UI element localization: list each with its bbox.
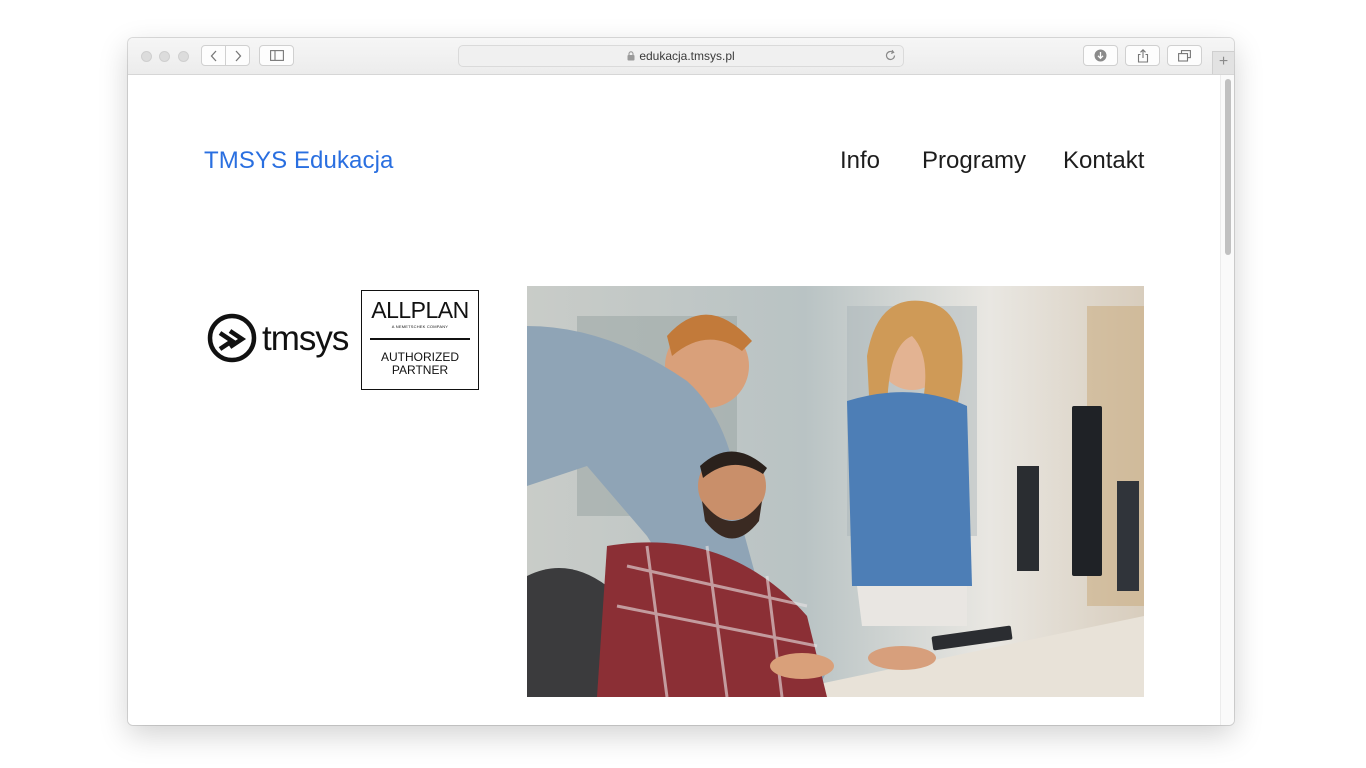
address-bar[interactable]: edukacja.tmsys.pl [458, 45, 904, 67]
partner-subtitle: A NEMETSCHEK COMPANY [391, 324, 449, 329]
back-button[interactable] [201, 45, 226, 66]
partner-status: AUTHORIZED PARTNER [381, 350, 459, 377]
scrollbar-thumb[interactable] [1225, 79, 1231, 255]
reload-icon[interactable] [884, 49, 897, 65]
download-icon [1094, 49, 1107, 62]
chevron-right-icon [235, 50, 241, 61]
tmsys-logo: tmsys [207, 311, 352, 372]
browser-window: edukacja.tmsys.pl + TMSYS Edukacja Info … [128, 38, 1234, 725]
share-button[interactable] [1125, 45, 1160, 66]
partner-divider [370, 338, 470, 340]
new-tab-button[interactable]: + [1212, 51, 1234, 74]
url-text: edukacja.tmsys.pl [639, 49, 735, 63]
downloads-button[interactable] [1083, 45, 1118, 66]
allplan-partner-badge: ALLPLAN A NEMETSCHEK COMPANY AUTHORIZED … [361, 290, 479, 390]
tabs-icon [1178, 49, 1191, 62]
nav-kontakt-link[interactable]: Kontakt [1063, 147, 1144, 175]
zoom-window-button[interactable] [178, 51, 189, 62]
browser-toolbar: edukacja.tmsys.pl + [128, 38, 1234, 75]
nav-info-link[interactable]: Info [840, 147, 880, 175]
office-team-photo [527, 286, 1144, 697]
tabs-overview-button[interactable] [1167, 45, 1202, 66]
chevron-left-icon [210, 50, 216, 61]
close-window-button[interactable] [141, 51, 152, 62]
sidebar-icon [269, 50, 284, 61]
page-content: TMSYS Edukacja Info Programy Kontakt tms… [128, 75, 1220, 725]
vertical-scrollbar[interactable] [1220, 75, 1234, 725]
sidebar-toggle-button[interactable] [259, 45, 294, 66]
forward-button[interactable] [225, 45, 250, 66]
share-icon [1137, 48, 1148, 63]
brand-link[interactable]: TMSYS Edukacja [204, 147, 393, 175]
partner-brand: ALLPLAN [371, 297, 469, 323]
nav-programy-link[interactable]: Programy [922, 147, 1026, 175]
lock-icon [627, 51, 635, 61]
minimize-window-button[interactable] [159, 51, 170, 62]
svg-text:tmsys: tmsys [262, 319, 349, 358]
